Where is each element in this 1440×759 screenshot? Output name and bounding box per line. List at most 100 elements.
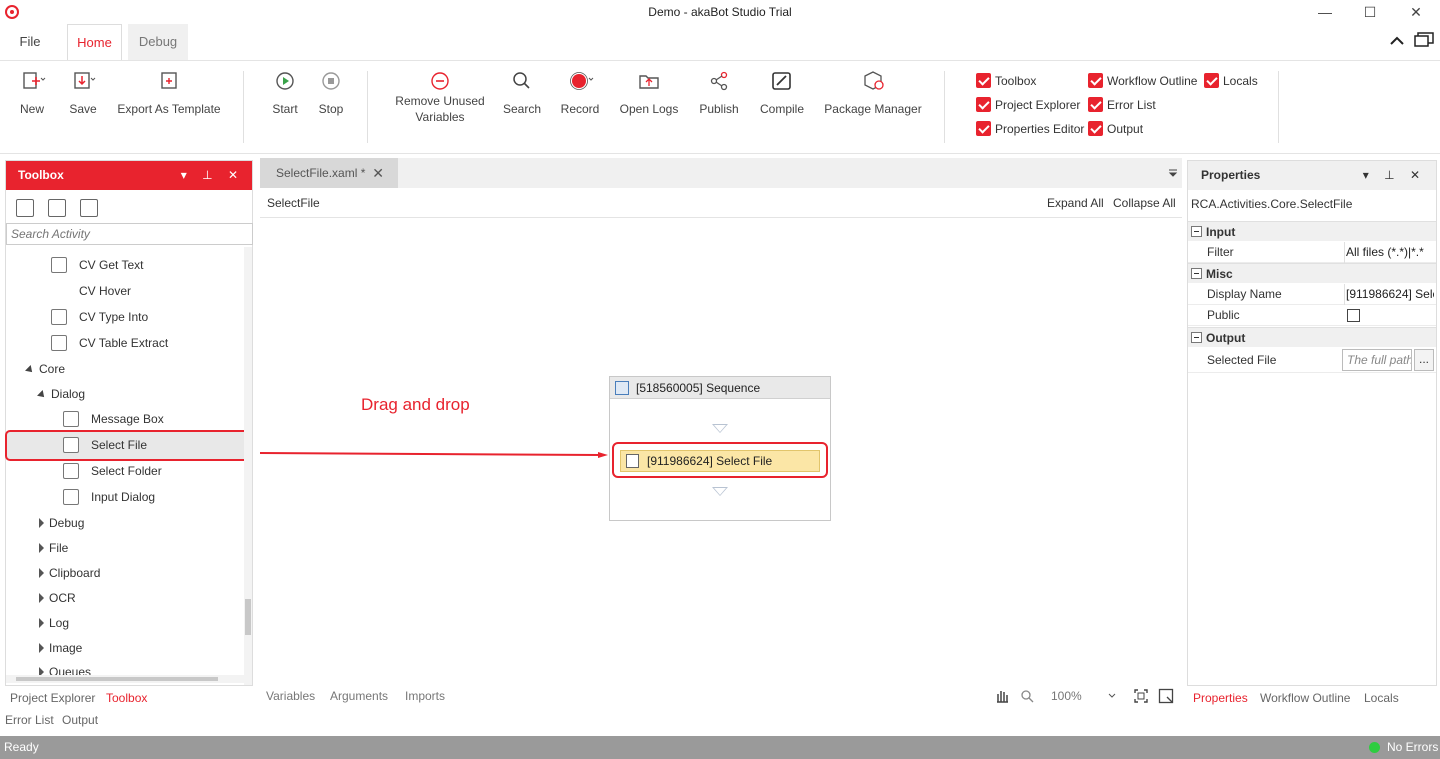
tree-item-core[interactable]: Core bbox=[25, 358, 65, 380]
group-input[interactable]: Input bbox=[1188, 221, 1436, 241]
workflow-outline-checkbox[interactable]: Workflow Outline bbox=[1088, 72, 1197, 90]
chevron-down-icon[interactable] bbox=[1108, 693, 1116, 699]
property-selected-file[interactable]: Selected File The full path ... bbox=[1188, 349, 1436, 373]
comment-icon[interactable] bbox=[1414, 32, 1434, 48]
collapse-all-icon[interactable] bbox=[48, 199, 66, 217]
record-icon bbox=[570, 72, 594, 90]
drop-target-arrow-icon[interactable] bbox=[712, 487, 728, 496]
panel-controls-icon[interactable]: ▾ ⊥ ✕ bbox=[181, 161, 244, 190]
save-button[interactable]: Save bbox=[64, 69, 102, 117]
properties-editor-checkbox[interactable]: Properties Editor bbox=[976, 120, 1084, 138]
tab-error-list[interactable]: Error List bbox=[5, 710, 54, 730]
panel-controls-icon[interactable]: ▾ ⊥ ✕ bbox=[1363, 161, 1426, 190]
export-template-button[interactable]: Export As Template bbox=[114, 69, 224, 117]
property-display-name[interactable]: Display Name [911986624] Select File bbox=[1188, 284, 1436, 305]
pan-hand-icon[interactable] bbox=[993, 688, 1011, 704]
arguments-tab[interactable]: Arguments bbox=[330, 685, 388, 707]
output-checkbox[interactable]: Output bbox=[1088, 120, 1143, 138]
compile-button[interactable]: Compile bbox=[756, 69, 808, 117]
tab-selectfile-xaml[interactable]: SelectFile.xaml * ✕ bbox=[260, 158, 398, 188]
tab-toolbox[interactable]: Toolbox bbox=[106, 688, 147, 708]
tab-output[interactable]: Output bbox=[62, 710, 98, 730]
tree-item-file[interactable]: File bbox=[39, 537, 68, 559]
tab-properties[interactable]: Properties bbox=[1193, 688, 1248, 708]
tree-item-cv-type-into[interactable]: CV Type Into bbox=[51, 306, 148, 328]
zoom-level[interactable]: 100% bbox=[1051, 685, 1082, 707]
new-button[interactable]: New bbox=[14, 69, 50, 117]
group-output[interactable]: Output bbox=[1188, 327, 1436, 347]
tree-item-cv-get-text[interactable]: CV Get Text bbox=[51, 254, 143, 276]
toolbox-checkbox[interactable]: Toolbox bbox=[976, 72, 1036, 90]
tab-workflow-outline[interactable]: Workflow Outline bbox=[1260, 688, 1350, 708]
search-button[interactable]: Search bbox=[502, 69, 542, 117]
tree-item-queues[interactable]: Queues bbox=[39, 661, 91, 675]
search-activity-input[interactable] bbox=[6, 223, 253, 245]
tree-item-ocr[interactable]: OCR bbox=[39, 587, 76, 609]
tree-item-clipboard[interactable]: Clipboard bbox=[39, 562, 100, 584]
collapse-ribbon-icon[interactable] bbox=[1390, 36, 1404, 46]
minimize-button[interactable]: — bbox=[1305, 2, 1345, 22]
overview-map-icon[interactable] bbox=[1158, 688, 1174, 704]
property-value[interactable]: All files (*.*)|*.* bbox=[1344, 242, 1434, 263]
record-button[interactable]: Record bbox=[558, 69, 602, 117]
variables-tab[interactable]: Variables bbox=[266, 685, 315, 707]
collapse-group-icon[interactable] bbox=[1191, 332, 1202, 343]
zoom-icon[interactable] bbox=[1020, 689, 1036, 703]
drop-target-arrow-icon[interactable] bbox=[712, 424, 728, 433]
scrollbar-thumb[interactable] bbox=[245, 599, 251, 635]
package-manager-button[interactable]: Package Manager bbox=[822, 69, 924, 117]
fit-to-screen-icon[interactable] bbox=[1133, 688, 1149, 704]
property-key: Selected File bbox=[1207, 353, 1277, 367]
imports-tab[interactable]: Imports bbox=[405, 685, 445, 707]
publish-button[interactable]: Publish bbox=[694, 69, 744, 117]
tree-item-debug[interactable]: Debug bbox=[39, 512, 84, 534]
group-misc[interactable]: Misc bbox=[1188, 263, 1436, 283]
vertical-scrollbar[interactable] bbox=[244, 247, 252, 685]
compile-icon bbox=[772, 72, 791, 90]
tab-project-explorer[interactable]: Project Explorer bbox=[10, 688, 95, 708]
tab-locals[interactable]: Locals bbox=[1364, 688, 1399, 708]
tab-overflow-icon[interactable] bbox=[1168, 168, 1178, 178]
collapse-all-link[interactable]: Collapse All bbox=[1113, 188, 1176, 218]
property-value[interactable]: [911986624] Select File bbox=[1344, 284, 1434, 305]
collapse-group-icon[interactable] bbox=[1191, 226, 1202, 237]
tab-file[interactable]: File bbox=[8, 24, 52, 60]
select-file-activity[interactable]: [911986624] Select File bbox=[620, 450, 820, 472]
tree-item-log[interactable]: Log bbox=[39, 612, 69, 634]
new-label: New bbox=[19, 102, 44, 116]
tree-item-select-file[interactable]: Select File bbox=[63, 434, 147, 456]
tree-item-image[interactable]: Image bbox=[39, 637, 82, 659]
breadcrumb[interactable]: SelectFile bbox=[267, 188, 320, 218]
project-explorer-checkbox[interactable]: Project Explorer bbox=[976, 96, 1080, 114]
stop-button[interactable]: Stop bbox=[313, 69, 349, 117]
tree-item-cv-table-extract[interactable]: CV Table Extract bbox=[51, 332, 168, 354]
tree-item-cv-hover[interactable]: CV Hover bbox=[51, 280, 131, 302]
browse-button[interactable]: ... bbox=[1414, 349, 1434, 371]
open-logs-button[interactable]: Open Logs bbox=[616, 69, 682, 117]
property-filter[interactable]: Filter All files (*.*)|*.* bbox=[1188, 242, 1436, 263]
expand-all-icon[interactable] bbox=[16, 199, 34, 217]
error-list-checkbox[interactable]: Error List bbox=[1088, 96, 1156, 114]
expand-all-link[interactable]: Expand All bbox=[1047, 188, 1104, 218]
horizontal-scrollbar[interactable] bbox=[6, 675, 244, 683]
close-tab-icon[interactable]: ✕ bbox=[372, 158, 384, 188]
remove-unused-variables-button[interactable]: Remove Unused Variables bbox=[390, 69, 490, 125]
list-view-icon[interactable] bbox=[80, 199, 98, 217]
tree-item-select-folder[interactable]: Select Folder bbox=[63, 460, 162, 482]
tree-item-message-box[interactable]: Message Box bbox=[63, 408, 164, 430]
sequence-header[interactable]: [518560005] Sequence bbox=[610, 377, 830, 399]
maximize-button[interactable]: ☐ bbox=[1350, 2, 1390, 22]
tree-item-input-dialog[interactable]: Input Dialog bbox=[63, 486, 155, 508]
tab-home[interactable]: Home bbox=[67, 24, 122, 60]
property-public[interactable]: Public bbox=[1188, 305, 1436, 326]
tab-debug[interactable]: Debug bbox=[128, 24, 188, 60]
tree-item-dialog[interactable]: Dialog bbox=[37, 383, 85, 405]
sequence-activity[interactable]: [518560005] Sequence [911986624] Select … bbox=[609, 376, 831, 521]
locals-checkbox[interactable]: Locals bbox=[1204, 72, 1258, 90]
collapse-group-icon[interactable] bbox=[1191, 268, 1202, 279]
close-button[interactable]: ✕ bbox=[1396, 2, 1436, 22]
scrollbar-thumb[interactable] bbox=[16, 677, 218, 681]
start-button[interactable]: Start bbox=[267, 69, 303, 117]
selected-file-input[interactable]: The full path bbox=[1342, 349, 1412, 371]
public-checkbox[interactable] bbox=[1347, 309, 1360, 322]
